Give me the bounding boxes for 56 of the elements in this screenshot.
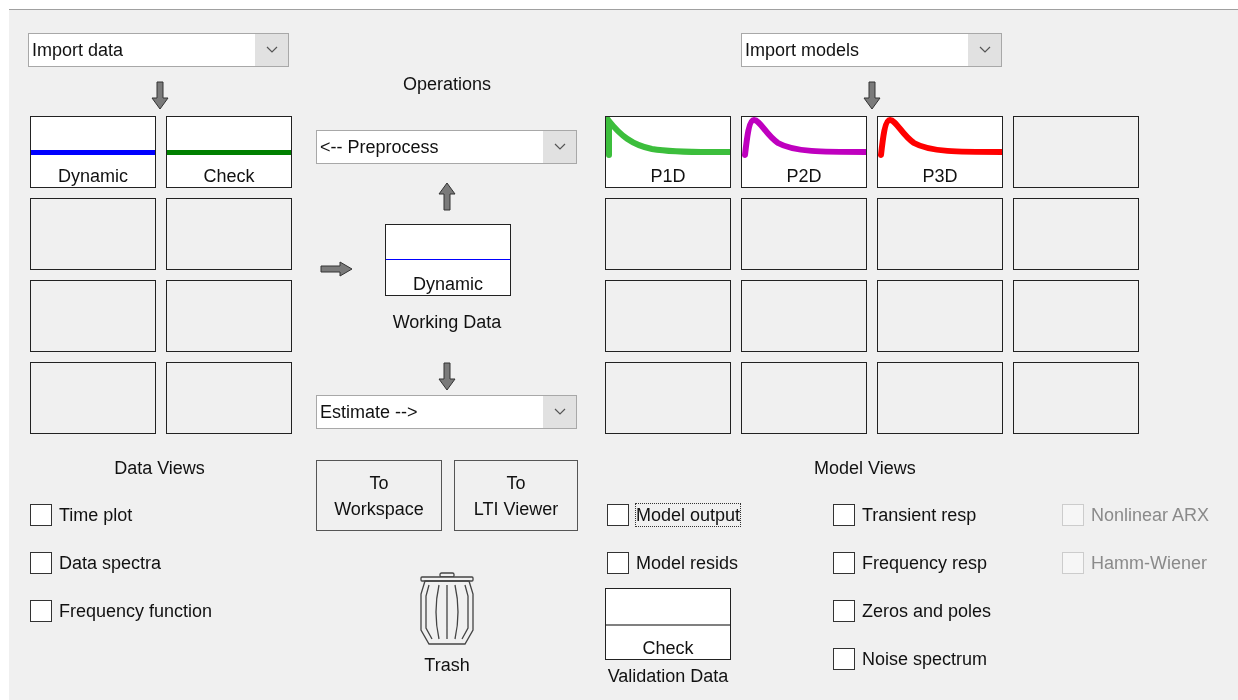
working-data-board[interactable]: Dynamic [385,224,511,296]
section-title: Model Views [814,457,917,479]
dropdown[interactable]: Estimate --> [316,395,577,429]
model-board[interactable]: P2D [741,116,867,188]
down-arrow-icon [150,81,169,110]
model-board[interactable]: P1D [605,116,731,188]
section-title: Data Views [114,457,205,479]
checkbox[interactable] [30,600,52,622]
data-board[interactable]: Dynamic [30,116,156,188]
checkbox-label: Model resids [636,552,739,574]
down-arrow-icon [438,362,456,391]
checkbox[interactable] [833,504,855,526]
checkbox-label: Time plot [59,504,133,526]
chevron-down-icon [265,46,278,54]
checkbox[interactable] [607,552,629,574]
board-label: Dynamic [57,165,129,187]
up-arrow-icon [438,182,456,211]
board-label: Check [202,165,256,187]
chevron-down-icon [553,408,566,416]
chevron-down-icon [553,143,566,151]
data-board[interactable]: Check [166,116,292,188]
checkbox[interactable] [833,552,855,574]
model-board[interactable]: P3D [877,116,1003,188]
dropdown[interactable]: Import models [741,33,1002,67]
dropdown[interactable]: <-- Preprocess [316,130,577,164]
chevron-down-icon [978,46,991,54]
board-caption: Validation Data [607,665,729,687]
validation-data-board[interactable]: Check [605,588,731,660]
checkbox-label: Transient resp [862,504,977,526]
checkbox-label: Model output [636,504,741,526]
checkbox[interactable] [607,504,629,526]
checkbox[interactable] [30,552,52,574]
right-arrow-icon [320,261,353,277]
checkbox-label: Data spectra [59,552,162,574]
board-label: P1D [649,165,687,187]
board-label: P2D [785,165,823,187]
trash-icon[interactable] [419,572,475,648]
board-label: Dynamic [412,273,484,295]
checkbox-label: Noise spectrum [862,648,988,670]
checkbox-label: Zeros and poles [862,600,992,622]
down-arrow-icon [863,81,881,110]
checkbox[interactable] [833,600,855,622]
board-label: P3D [921,165,959,187]
board-label: Check [641,637,695,659]
board-caption: Working Data [392,311,502,333]
checkbox[interactable] [30,504,52,526]
dropdown[interactable]: Import data [28,33,289,67]
checkbox-label: Nonlinear ARX [1091,504,1210,526]
trash-label: Trash [424,654,470,676]
section-title: Operations [402,73,492,95]
action-button[interactable]: To Workspace [316,460,442,531]
checkbox-label: Frequency function [59,600,213,622]
checkbox-label: Frequency resp [862,552,988,574]
checkbox[interactable] [833,648,855,670]
checkbox-label: Hamm-Wiener [1091,552,1207,574]
action-button[interactable]: To LTI Viewer [454,460,578,531]
